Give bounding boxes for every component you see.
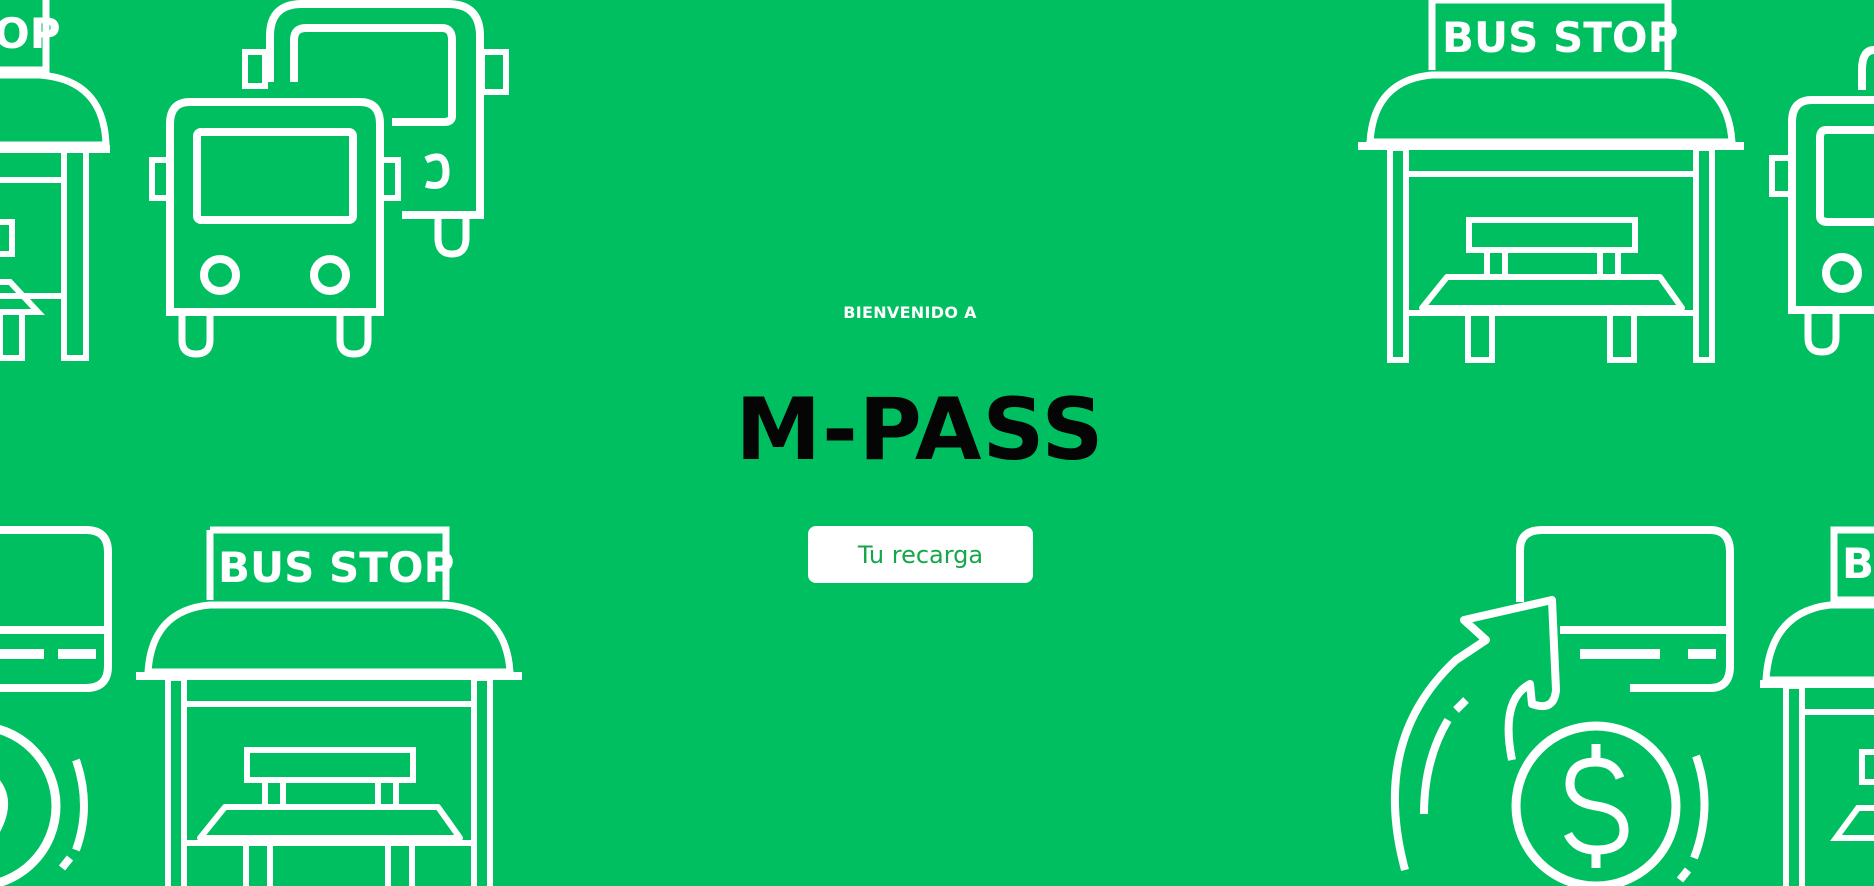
recharge-button[interactable]: Tu recarga xyxy=(808,526,1033,583)
welcome-text: BIENVENIDO A xyxy=(843,303,977,322)
brand-title: M-PASS xyxy=(735,380,1105,480)
hero: BIENVENIDO A M-PASS Tu recarga xyxy=(0,0,1874,886)
